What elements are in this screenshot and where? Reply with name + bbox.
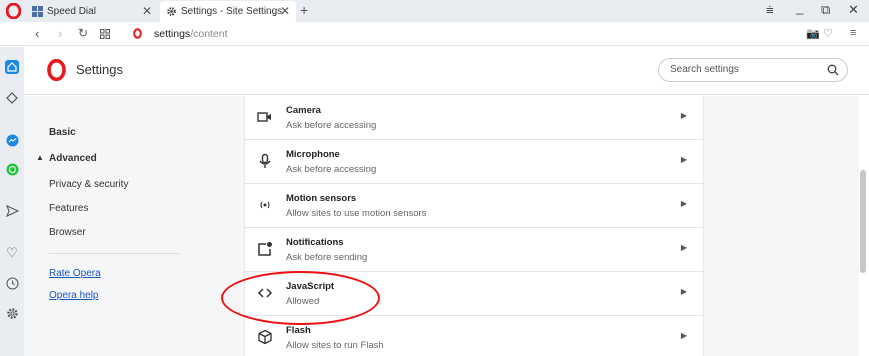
nav-divider xyxy=(49,253,179,254)
reload-button[interactable]: ↻ xyxy=(78,26,88,40)
row-subtitle: Ask before sending xyxy=(286,252,368,263)
settings-header: Settings xyxy=(24,47,869,95)
easy-setup-icon[interactable]: ≡ xyxy=(850,27,856,39)
row-title: Motion sensors xyxy=(286,193,357,204)
close-icon[interactable]: ✕ xyxy=(142,4,152,18)
scrollbar-thumb[interactable] xyxy=(860,170,866,273)
back-button[interactable]: ‹ xyxy=(35,26,39,41)
gear-icon[interactable] xyxy=(5,306,19,320)
tab-label: Settings - Site Settings xyxy=(181,6,283,17)
setting-row-camera[interactable]: Camera Ask before accessing ▶ xyxy=(245,96,705,140)
opera-icon xyxy=(133,28,142,39)
search-box[interactable] xyxy=(658,58,848,82)
chevron-right-icon: ▶ xyxy=(680,243,687,252)
motion-sensor-icon xyxy=(260,201,270,209)
url-host: settings xyxy=(154,28,191,40)
close-icon[interactable]: ✕ xyxy=(280,4,290,18)
chevron-up-icon[interactable]: ▲ xyxy=(36,153,44,162)
tab-strip: Speed Dial ✕ Settings - Site Settings ✕ … xyxy=(0,0,869,22)
chevron-right-icon: ▶ xyxy=(680,111,687,120)
close-window-button[interactable]: ✕ xyxy=(848,2,859,18)
tab-speed-dial[interactable]: Speed Dial ✕ xyxy=(26,1,158,22)
nav-privacy-security[interactable]: Privacy & security xyxy=(49,179,128,190)
row-subtitle: Ask before accessing xyxy=(286,164,377,175)
notification-icon xyxy=(258,242,272,256)
row-subtitle: Ask before accessing xyxy=(286,120,377,131)
url-path: /content xyxy=(190,28,228,40)
send-icon[interactable] xyxy=(5,204,19,218)
settings-nav: Basic ▲ Advanced Privacy & security Feat… xyxy=(24,96,189,356)
tabs-grid-icon[interactable] xyxy=(100,29,110,39)
opera-logo-icon xyxy=(47,59,66,81)
heart-icon[interactable]: ♡ xyxy=(5,245,19,260)
heart-icon[interactable]: ♡ xyxy=(823,27,833,40)
chevron-right-icon: ▶ xyxy=(680,331,687,340)
nav-advanced[interactable]: Advanced xyxy=(49,153,97,164)
forward-button[interactable]: › xyxy=(58,26,62,41)
microphone-icon xyxy=(259,153,271,168)
row-title: Flash xyxy=(286,325,311,336)
messenger-icon[interactable] xyxy=(5,133,19,147)
chevron-right-icon: ▶ xyxy=(680,155,687,164)
whatsapp-icon[interactable] xyxy=(5,162,19,176)
gear-icon xyxy=(167,7,176,16)
highlight-annotation xyxy=(221,271,380,325)
history-icon[interactable] xyxy=(5,276,19,290)
opera-sidebar: ♡ xyxy=(0,47,24,356)
row-title: Notifications xyxy=(286,237,344,248)
camera-icon xyxy=(257,112,271,122)
opera-logo-icon[interactable] xyxy=(6,3,21,19)
page-title: Settings xyxy=(76,62,123,77)
row-subtitle: Allow sites to run Flash xyxy=(286,340,384,351)
nav-features[interactable]: Features xyxy=(49,203,88,214)
chevron-right-icon: ▶ xyxy=(680,199,687,208)
search-input[interactable] xyxy=(670,64,820,75)
search-icon[interactable] xyxy=(827,64,839,76)
row-title: Microphone xyxy=(286,149,340,160)
nav-browser[interactable]: Browser xyxy=(49,227,86,238)
chevron-right-icon: ▶ xyxy=(680,287,687,296)
new-tab-button[interactable]: + xyxy=(300,2,308,18)
grid-icon xyxy=(32,6,43,17)
restore-button[interactable]: ⧉ xyxy=(821,2,830,18)
row-title: Camera xyxy=(286,105,321,116)
speed-dial-icon[interactable] xyxy=(5,91,19,105)
setting-row-notifications[interactable]: Notifications Ask before sending ▶ xyxy=(245,228,705,272)
tab-label: Speed Dial xyxy=(47,6,96,17)
address-bar: ‹ › ↻ settings/content 📷 ♡ ≡ xyxy=(0,22,869,46)
row-subtitle: Allow sites to use motion sensors xyxy=(286,208,427,219)
nav-basic[interactable]: Basic xyxy=(49,127,76,138)
rate-opera-link[interactable]: Rate Opera xyxy=(49,268,101,279)
minimize-button[interactable]: _ xyxy=(796,0,803,15)
home-icon[interactable] xyxy=(5,60,19,74)
snapshot-icon[interactable]: 📷 xyxy=(806,27,820,40)
setting-row-motion-sensors[interactable]: Motion sensors Allow sites to use motion… xyxy=(245,184,705,228)
opera-help-link[interactable]: Opera help xyxy=(49,290,98,301)
tab-site-settings[interactable]: Settings - Site Settings ✕ xyxy=(160,1,296,22)
tab-menu-icon[interactable]: ⩧ xyxy=(766,2,774,18)
puzzle-icon xyxy=(258,329,272,345)
setting-row-microphone[interactable]: Microphone Ask before accessing ▶ xyxy=(245,140,705,184)
url-field[interactable]: settings/content xyxy=(154,28,228,40)
